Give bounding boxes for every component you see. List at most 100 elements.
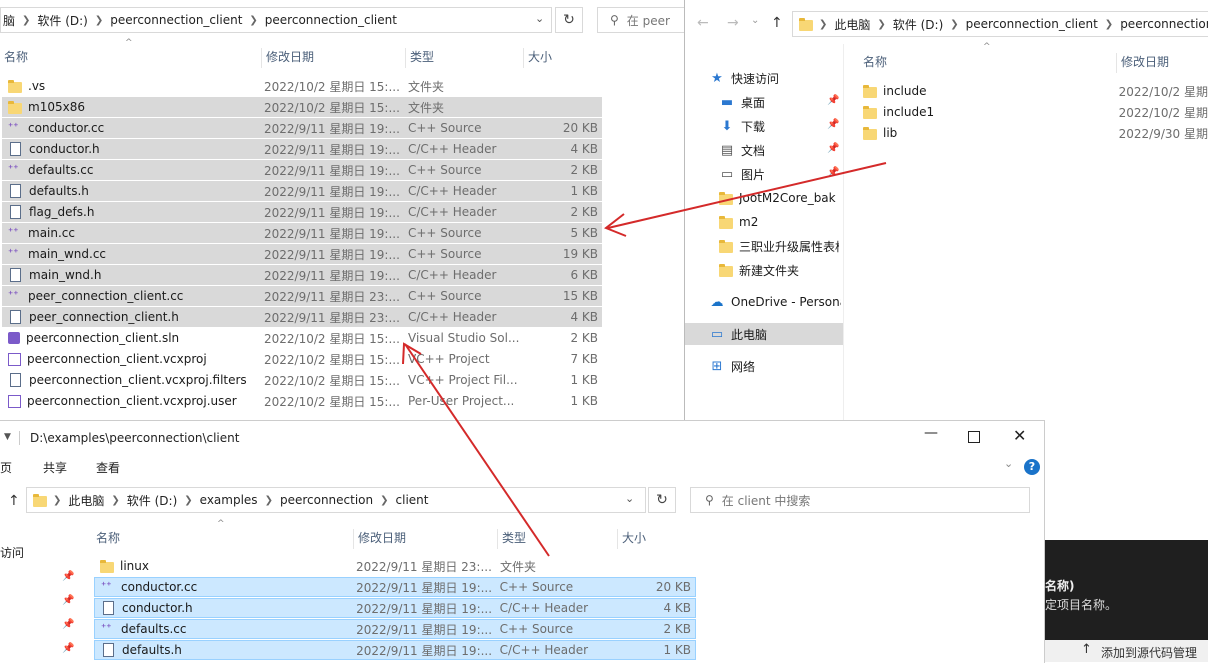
ribbon-expand-icon[interactable]: ⌄	[1004, 457, 1013, 470]
file-date: 2022/9/11 星期日 19:...	[264, 142, 400, 157]
address-bar[interactable]: 脑 ❯ 软件 (D:) ❯ peerconnection_client ❯ pe…	[0, 7, 552, 33]
add-to-source-control-button[interactable]: 添加到源代码管理	[1101, 644, 1197, 661]
file-type: VC++ Project Fil...	[408, 373, 518, 387]
maximize-button[interactable]	[968, 431, 980, 443]
breadcrumb-current[interactable]: peerconnection_	[1113, 17, 1208, 31]
file-row[interactable]: ⁺⁺ defaults.cc 2022/9/11 星期日 19:... C++ Sou…	[2, 160, 602, 180]
column-name[interactable]: 名称	[0, 48, 262, 68]
breadcrumb-current[interactable]: client	[389, 493, 436, 507]
breadcrumb-examples[interactable]: examples	[193, 493, 265, 507]
file-row[interactable]: defaults.h 2022/9/11 星期日 19:... C/C++ Head…	[94, 640, 696, 660]
file-row[interactable]: .vs 2022/10/2 星期日 15:... 文件夹	[2, 76, 602, 96]
column-type[interactable]: 类型	[406, 48, 524, 68]
file-row[interactable]: m105x86 2022/10/2 星期日 15:... 文件夹	[2, 97, 602, 117]
breadcrumb-computer[interactable]: 脑	[1, 12, 22, 29]
nav-item[interactable]: m2	[685, 211, 843, 233]
up-arrow-icon[interactable]: ↑	[8, 493, 20, 509]
nav-item[interactable]: ☁ OneDrive - Personal	[685, 291, 843, 313]
header-file-icon	[10, 205, 21, 219]
file-row[interactable]: ⁺⁺ main_wnd.cc 2022/9/11 星期日 19:... C++ Sou…	[2, 244, 602, 264]
nav-item[interactable]: 三职业升级属性表格	[685, 235, 843, 257]
nav-item[interactable]: 新建文件夹	[685, 259, 843, 281]
file-row[interactable]: ⁺⁺ conductor.cc 2022/9/11 星期日 19:... C++ So…	[94, 577, 696, 597]
file-row[interactable]: main_wnd.h 2022/9/11 星期日 19:... C/C++ Head…	[2, 265, 602, 285]
download-icon: ⬇	[721, 118, 733, 134]
pin-icon: 📌	[62, 571, 75, 582]
cpp-source-icon: ⁺⁺	[8, 122, 19, 133]
column-name[interactable]: 名称	[92, 529, 354, 549]
breadcrumb-computer[interactable]: 此电脑	[61, 492, 111, 509]
file-date: 2022/10/2 星期日 15:...	[264, 79, 400, 94]
column-size[interactable]: 大小	[524, 48, 600, 68]
search-box[interactable]: ⚲ 在 peer	[597, 7, 684, 33]
column-date[interactable]: 修改日期	[354, 529, 498, 549]
file-type: C++ Source	[408, 289, 482, 303]
nav-item[interactable]: ▭ 图片 📌	[685, 163, 843, 185]
file-row[interactable]: ⁺⁺ defaults.cc 2022/9/11 星期日 19:... C++ Sou…	[94, 619, 696, 639]
file-row[interactable]: conductor.h 2022/9/11 星期日 19:... C/C++ Hea…	[94, 598, 696, 618]
address-bar[interactable]: ❯ 此电脑 ❯ 软件 (D:) ❯ peerconnection_client …	[792, 11, 1208, 37]
file-row[interactable]: peerconnection_client.sln 2022/10/2 星期日 1…	[2, 328, 602, 348]
file-name: main.cc	[28, 226, 75, 240]
address-bar[interactable]: ❯ 此电脑 ❯ 软件 (D:) ❯ examples ❯ peerconnect…	[26, 487, 646, 513]
minimize-button[interactable]: —	[924, 425, 938, 441]
chevron-down-icon[interactable]: ⌄	[535, 12, 544, 25]
file-row[interactable]: peer_connection_client.h 2022/9/11 星期日 23…	[2, 307, 602, 327]
forward-arrow-icon[interactable]: →	[727, 15, 739, 31]
file-row[interactable]: linux 2022/9/11 星期日 23:... 文件夹	[94, 556, 696, 576]
nav-item[interactable]: ▤ 文档 📌	[685, 139, 843, 161]
close-button[interactable]: ✕	[1013, 426, 1026, 445]
file-row[interactable]: ⁺⁺ main.cc 2022/9/11 星期日 19:... C++ Source 5…	[2, 223, 602, 243]
file-type: 文件夹	[500, 559, 537, 574]
nav-item[interactable]: ⬇ 下载 📌	[685, 115, 843, 137]
column-date[interactable]: 修改日期	[262, 48, 406, 68]
breadcrumb-peerconnection[interactable]: peerconnection	[273, 493, 380, 507]
nav-quick-access-label[interactable]: 访问	[0, 544, 24, 561]
file-row[interactable]: include 2022/10/2 星期	[863, 81, 1208, 101]
file-row[interactable]: flag_defs.h 2022/9/11 星期日 19:... C/C++ Hea…	[2, 202, 602, 222]
ribbon-tab-page[interactable]: 页	[0, 459, 12, 476]
file-size: 1 KB	[570, 184, 598, 198]
panel-heading: 名称)	[1045, 579, 1075, 593]
breadcrumb-computer[interactable]: 此电脑	[827, 16, 877, 33]
recent-chevron-icon[interactable]: ⌄	[751, 15, 759, 26]
refresh-button[interactable]: ↻	[555, 7, 583, 33]
nav-item[interactable]: JootM2Core_bak	[685, 187, 843, 209]
breadcrumb-drive[interactable]: 软件 (D:)	[30, 12, 94, 29]
file-row[interactable]: include1 2022/10/2 星期	[863, 102, 1208, 122]
breadcrumb-folder[interactable]: peerconnection_client	[959, 17, 1105, 31]
search-box[interactable]: ⚲ 在 client 中搜索	[690, 487, 1030, 513]
file-type: 文件夹	[408, 100, 445, 115]
up-arrow-icon[interactable]: ↑	[771, 15, 783, 31]
back-arrow-icon[interactable]: ←	[697, 15, 709, 31]
breadcrumb-current[interactable]: peerconnection_client	[258, 13, 404, 27]
column-size[interactable]: 大小	[618, 529, 694, 549]
column-header: 名称 修改日期 类型 大小	[92, 529, 694, 549]
breadcrumb-folder[interactable]: peerconnection_client	[103, 13, 249, 27]
refresh-button[interactable]: ↻	[648, 487, 676, 513]
nav-item[interactable]: ▬ 桌面 📌	[685, 91, 843, 113]
file-row[interactable]: defaults.h 2022/9/11 星期日 19:... C/C++ Head…	[2, 181, 602, 201]
file-row[interactable]: ⁺⁺ conductor.cc 2022/9/11 星期日 19:... C++ So…	[2, 118, 602, 138]
nav-item[interactable]: ▭ 此电脑	[685, 323, 843, 345]
nav-item[interactable]: ★ 快速访问	[685, 67, 843, 89]
file-row[interactable]: lib 2022/9/30 星期	[863, 123, 1208, 143]
file-date: 2022/9/11 星期日 19:...	[356, 601, 493, 616]
file-row[interactable]: conductor.h 2022/9/11 星期日 19:... C/C++ Hea…	[2, 139, 602, 159]
ribbon-tab-share[interactable]: 共享	[43, 459, 67, 476]
file-row[interactable]: ⁺⁺ peer_connection_client.cc 2022/9/11 星期日…	[2, 286, 602, 306]
column-date[interactable]: 修改日期	[1117, 53, 1208, 73]
file-row[interactable]: peerconnection_client.vcxproj.user 2022/1…	[2, 391, 602, 411]
file-date: 2022/10/2 星期日 15:...	[264, 331, 400, 346]
breadcrumb-drive[interactable]: 软件 (D:)	[886, 16, 950, 33]
nav-item[interactable]: ⊞ 网络	[685, 355, 843, 377]
help-icon[interactable]: ?	[1024, 459, 1040, 475]
ribbon-tab-view[interactable]: 查看	[96, 459, 120, 476]
chevron-down-icon[interactable]: ⌄	[625, 492, 634, 505]
column-name[interactable]: 名称	[859, 53, 1117, 73]
column-type[interactable]: 类型	[498, 529, 618, 549]
nav-label: 图片	[741, 167, 766, 182]
breadcrumb-drive[interactable]: 软件 (D:)	[120, 492, 184, 509]
file-row[interactable]: peerconnection_client.vcxproj.filters 202…	[2, 370, 602, 390]
file-row[interactable]: peerconnection_client.vcxproj 2022/10/2 星…	[2, 349, 602, 369]
